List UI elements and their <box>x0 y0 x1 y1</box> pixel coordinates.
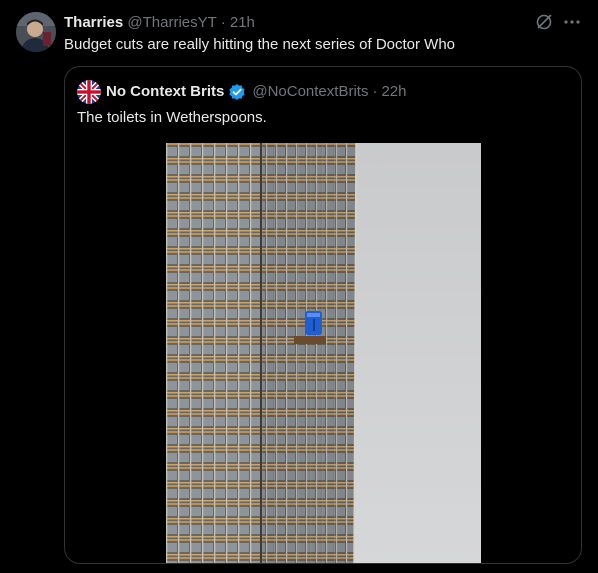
separator-dot: · <box>372 83 378 100</box>
author-avatar[interactable] <box>16 12 56 52</box>
separator-dot: · <box>220 14 226 31</box>
author-name[interactable]: Tharries <box>64 14 123 31</box>
quoted-time[interactable]: 22h <box>381 82 406 102</box>
tweet[interactable]: Tharries @TharriesYT · 21h Budget cuts a… <box>0 0 598 573</box>
quoted-text: The toilets in Wetherspoons. <box>77 109 267 126</box>
grok-icon[interactable] <box>534 12 554 32</box>
quoted-tweet[interactable]: No Context Brits @NoContextBrits · 22h T… <box>64 66 582 564</box>
author-handle[interactable]: @TharriesYT <box>127 14 216 31</box>
tweet-header: Tharries @TharriesYT · 21h <box>64 13 528 33</box>
tweet-time[interactable]: 21h <box>230 14 255 31</box>
more-icon[interactable] <box>562 12 582 32</box>
union-jack-icon[interactable] <box>77 80 101 104</box>
tweet-text: Budget cuts are really hitting the next … <box>64 36 456 53</box>
verified-badge-icon <box>228 83 246 101</box>
quoted-author-name[interactable]: No Context Brits <box>106 82 224 102</box>
quoted-author-handle[interactable]: @NoContextBrits <box>252 82 368 102</box>
quoted-header: No Context Brits @NoContextBrits · 22h <box>77 80 569 104</box>
quoted-media-photo[interactable] <box>166 143 481 563</box>
tweet-actions-top <box>534 12 582 32</box>
